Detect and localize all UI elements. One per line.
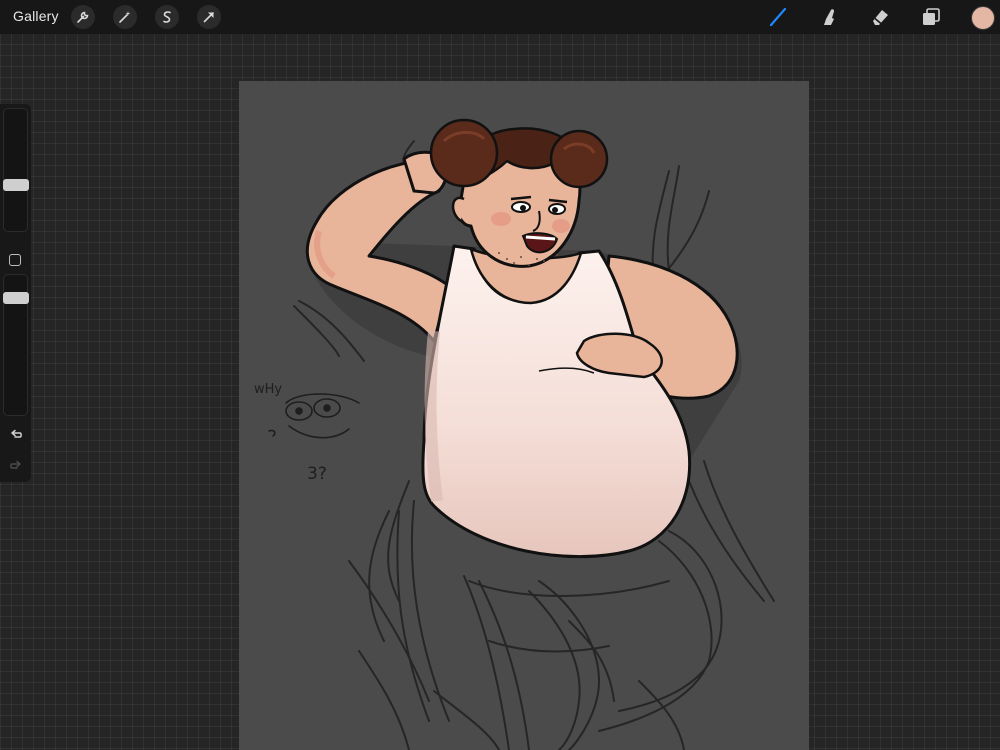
left-sidebar [0,104,31,482]
brush-icon [769,7,787,27]
redo-button[interactable] [7,455,25,473]
adjustments-button[interactable] [113,5,137,29]
eraser-tool-button[interactable] [868,5,892,29]
gallery-button[interactable]: Gallery [13,8,59,24]
artwork-illustration: wHy 3? [254,118,775,750]
transform-button[interactable] [197,5,221,29]
wrench-icon [77,11,89,23]
top-toolbar: Gallery [0,0,1000,34]
layers-button[interactable] [919,5,943,29]
brush-tool-button[interactable] [766,5,790,29]
hair-bun-right [549,129,609,189]
undo-button[interactable] [7,424,25,442]
actions-button[interactable] [71,5,95,29]
layers-icon [923,8,940,25]
eraser-icon [873,10,888,25]
smudge-tool-button[interactable] [817,5,841,29]
selection-button[interactable] [155,5,179,29]
color-picker-swatch[interactable] [971,6,995,30]
s-curve-selection-icon [163,11,171,23]
redo-icon [10,460,21,469]
opacity-slider-thumb[interactable] [3,292,29,304]
brush-size-slider-thumb[interactable] [3,179,29,191]
magic-wand-icon [119,11,131,23]
svg-text:3?: 3? [307,464,327,484]
smudge-finger-icon [824,9,835,25]
modify-square-button[interactable] [9,254,21,266]
arrow-cursor-icon [203,12,214,23]
brush-size-slider[interactable] [3,108,28,232]
hair-bun-left [429,118,499,188]
drawing-canvas[interactable]: wHy 3? [239,81,809,750]
svg-text:wHy: wHy [254,382,282,397]
undo-icon [11,429,22,438]
doodle-face: wHy 3? [254,382,360,484]
